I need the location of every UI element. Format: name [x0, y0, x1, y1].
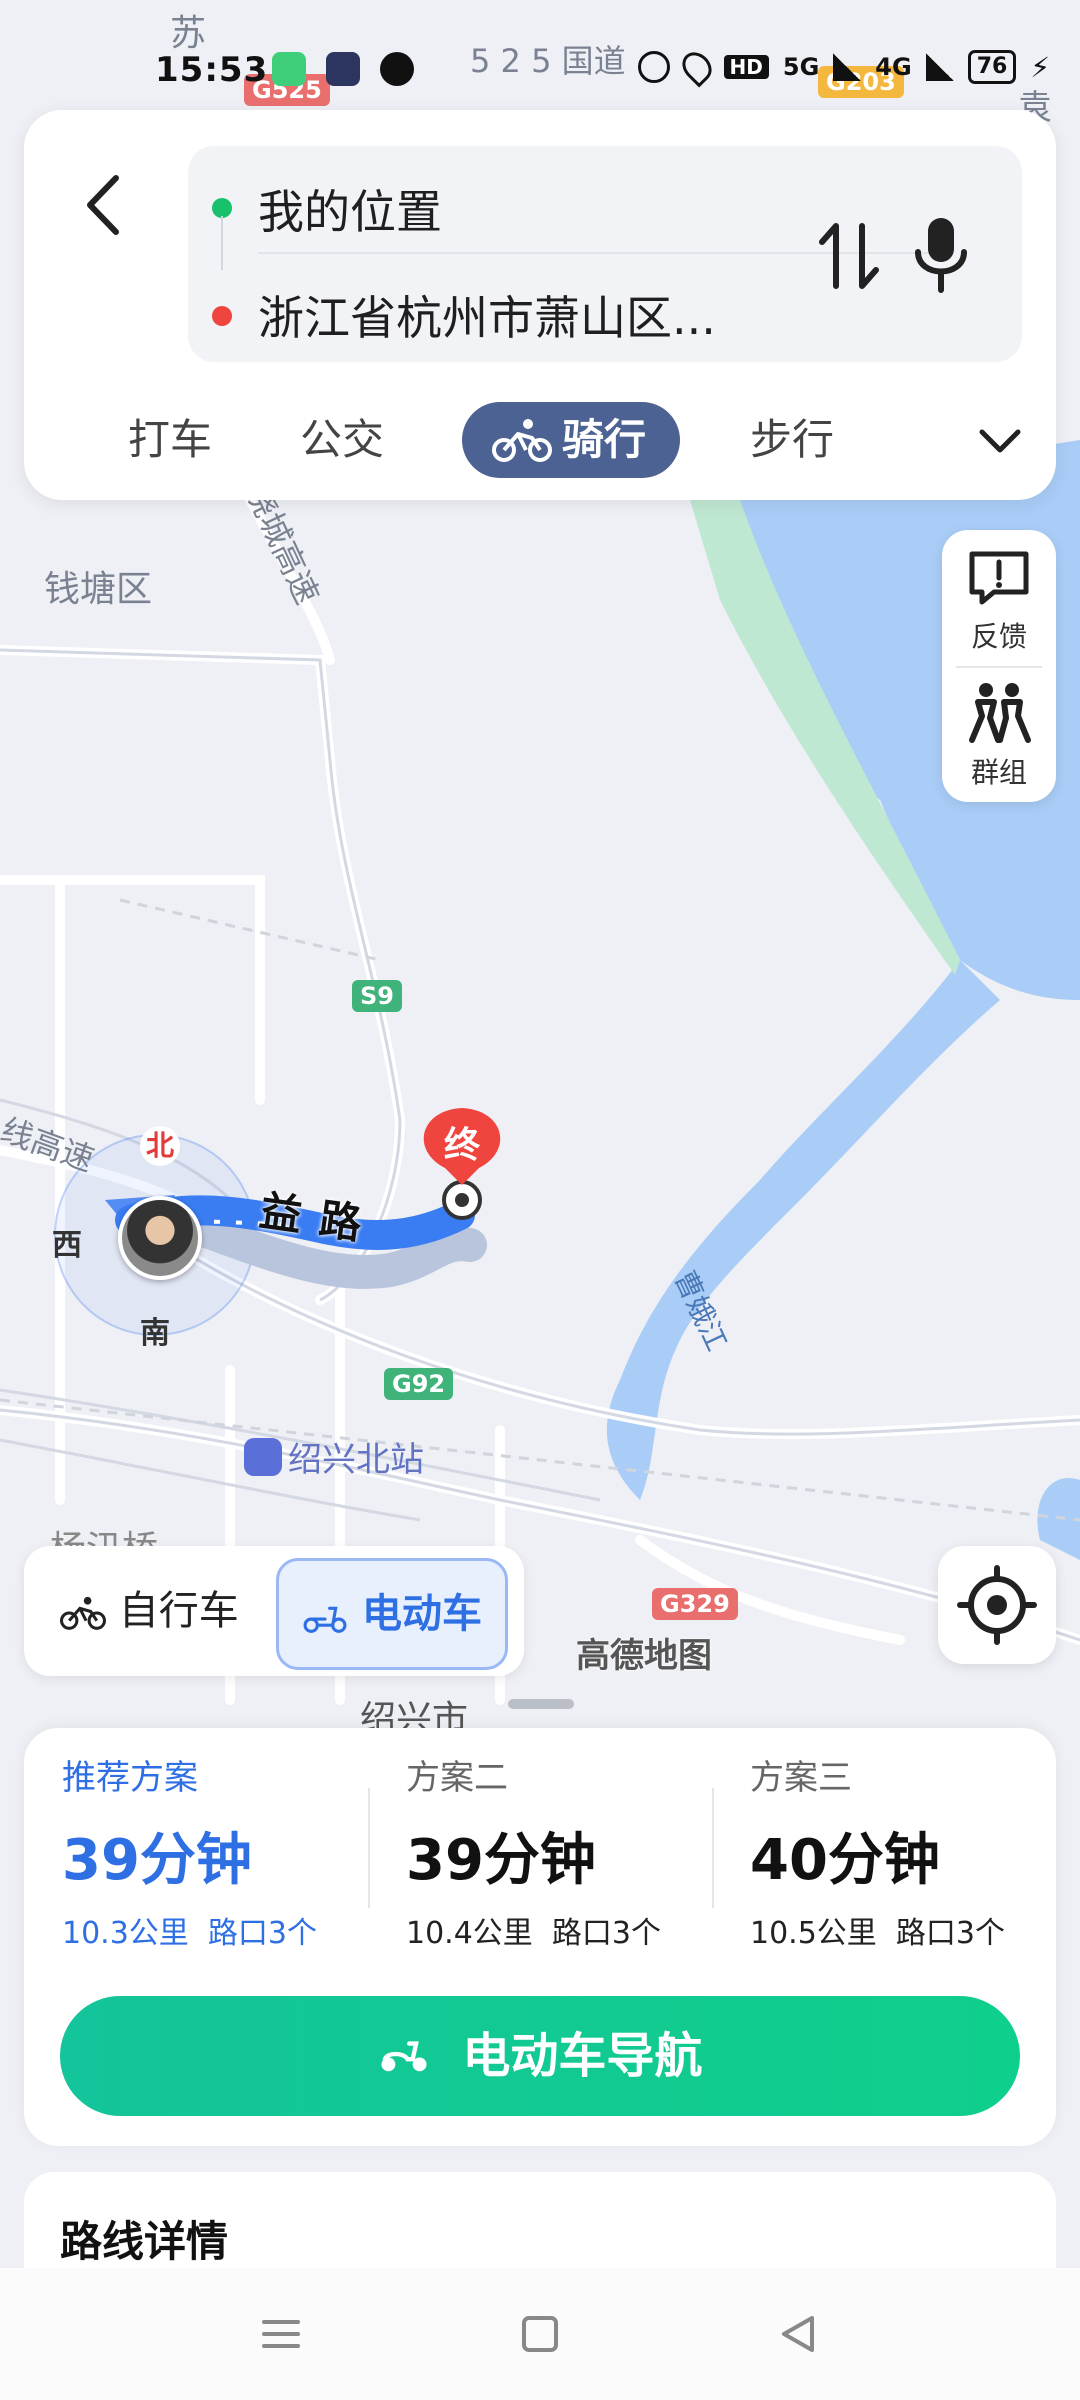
route-details-title: 路线详情	[60, 2217, 229, 2266]
vehicle-type-toggle: 自行车 电动车	[24, 1546, 524, 1676]
menu-button[interactable]	[256, 2314, 306, 2354]
app-notification-icon	[272, 52, 306, 86]
bicycle-icon	[492, 419, 552, 462]
back-button[interactable]	[74, 160, 134, 250]
district-label: 钱塘区	[44, 569, 153, 610]
back-triangle-icon	[782, 2316, 814, 2352]
route-search-card: 我的位置 浙江省杭州市萧山区... 打车 公交 骑行 步行	[24, 110, 1056, 500]
sheet-drag-handle[interactable]	[508, 1699, 574, 1709]
network-5g: 5G	[782, 53, 820, 81]
plan-name: 方案二	[406, 1758, 508, 1798]
plan-distance: 10.4公里	[406, 1916, 533, 1951]
plan-meta: 10.4公里 路口3个	[406, 1908, 736, 1952]
plan-distance: 10.5公里	[750, 1916, 877, 1951]
feedback-button[interactable]: 反馈	[942, 548, 1056, 655]
plan-option-1[interactable]: 推荐方案 39分钟 10.3公里 路口3个	[62, 1750, 392, 1952]
user-avatar[interactable]	[118, 1196, 202, 1280]
bike-option-label: 自行车	[118, 1588, 239, 1634]
group-icon	[969, 683, 1031, 743]
plan-time: 39分钟	[406, 1828, 596, 1893]
station-label: 绍兴北站	[288, 1440, 424, 1480]
tab-taxi[interactable]: 打车	[128, 402, 212, 478]
tab-cycling[interactable]: 骑行	[462, 402, 681, 478]
start-navigation-label: 电动车导航	[462, 2028, 703, 2084]
status-time: 15:53	[155, 50, 269, 90]
back-arrow-icon	[87, 175, 119, 235]
home-button[interactable]	[515, 2314, 565, 2354]
bicycle-icon	[60, 1596, 107, 1630]
tab-transit[interactable]: 公交	[300, 402, 384, 478]
home-icon	[522, 2316, 558, 2352]
locate-me-button[interactable]	[938, 1546, 1056, 1664]
plan-name: 方案三	[750, 1758, 852, 1798]
ebike-option[interactable]: 电动车	[276, 1558, 508, 1670]
group-button[interactable]: 群组	[942, 680, 1056, 791]
plan-distance: 10.3公里	[62, 1916, 189, 1951]
voice-input-button[interactable]	[908, 212, 974, 298]
locate-icon	[957, 1565, 1037, 1645]
group-label: 群组	[970, 756, 1027, 789]
swap-route-button[interactable]	[814, 216, 884, 296]
ebike-option-label: 电动车	[361, 1591, 482, 1637]
plan-meta: 10.5公里 路口3个	[750, 1908, 1080, 1952]
address-box: 我的位置 浙江省杭州市萧山区...	[188, 146, 1022, 362]
tab-cycling-label: 骑行	[562, 415, 647, 464]
tab-walking[interactable]: 步行	[750, 402, 834, 478]
more-modes-button[interactable]	[972, 412, 1028, 468]
plan-time: 40分钟	[750, 1828, 940, 1893]
plan-option-3[interactable]: 方案三 40分钟 10.5公里 路口3个	[750, 1750, 1080, 1952]
bike-option[interactable]: 自行车	[60, 1558, 239, 1664]
tiktok-icon	[380, 52, 414, 86]
network-4g: 4G	[875, 53, 912, 81]
station-marker[interactable]: 绍兴北站	[244, 1432, 424, 1481]
hd-icon: HD	[723, 55, 769, 79]
status-bar: 15:53 HD 5G 4G 76 ⚡	[0, 38, 1080, 98]
origin-field[interactable]: 我的位置	[258, 176, 442, 242]
microphone-icon	[915, 218, 967, 293]
plan-name: 推荐方案	[62, 1758, 198, 1798]
compass-south: 南	[140, 1316, 170, 1351]
train-station-icon	[244, 1437, 282, 1476]
charging-icon: ⚡	[1030, 50, 1050, 84]
destination-field[interactable]: 浙江省杭州市萧山区...	[258, 282, 716, 348]
feedback-icon	[969, 551, 1029, 605]
signal-icon-2	[925, 53, 954, 81]
chevron-down-icon	[979, 429, 1021, 453]
swap-icon	[819, 223, 879, 289]
plan-time: 39分钟	[62, 1828, 252, 1893]
route-plans-card: 推荐方案 39分钟 10.3公里 路口3个 方案二 39分钟 10.4公里 路口…	[24, 1728, 1056, 2146]
shield-g329: G329	[652, 1588, 738, 1620]
back-nav-button[interactable]	[774, 2314, 824, 2354]
scooter-icon	[381, 2041, 427, 2072]
amap-logo: 高德地图	[576, 1636, 712, 1676]
start-navigation-button[interactable]: 电动车导航	[60, 1996, 1020, 2116]
map-side-panel: 反馈 群组	[942, 530, 1056, 802]
origin-dot-icon	[212, 198, 232, 218]
end-marker-label: 终	[444, 1125, 481, 1166]
travel-mode-tabs: 打车 公交 骑行 步行	[24, 390, 1056, 480]
compass-north: 北	[140, 1126, 180, 1166]
plan-option-2[interactable]: 方案二 39分钟 10.4公里 路口3个	[406, 1750, 736, 1952]
plan-meta: 10.3公里 路口3个	[62, 1908, 392, 1952]
location-icon	[676, 46, 718, 88]
shield-s9: S9	[352, 980, 402, 1012]
plan-crossings: 路口3个	[551, 1916, 661, 1951]
plan-crossings: 路口3个	[895, 1916, 1005, 1951]
app-notification-icon-2	[326, 52, 360, 86]
destination-dot-icon	[212, 306, 232, 326]
scooter-icon	[303, 1606, 347, 1633]
compass-west: 西	[52, 1228, 82, 1263]
alarm-icon	[637, 51, 670, 83]
signal-icon	[833, 53, 862, 81]
battery-indicator: 76	[967, 50, 1017, 84]
plan-crossings: 路口3个	[207, 1916, 317, 1951]
shield-g92: G92	[384, 1368, 454, 1400]
feedback-label: 反馈	[970, 620, 1027, 653]
system-nav-bar	[0, 2268, 1080, 2400]
menu-icon	[262, 2320, 300, 2348]
